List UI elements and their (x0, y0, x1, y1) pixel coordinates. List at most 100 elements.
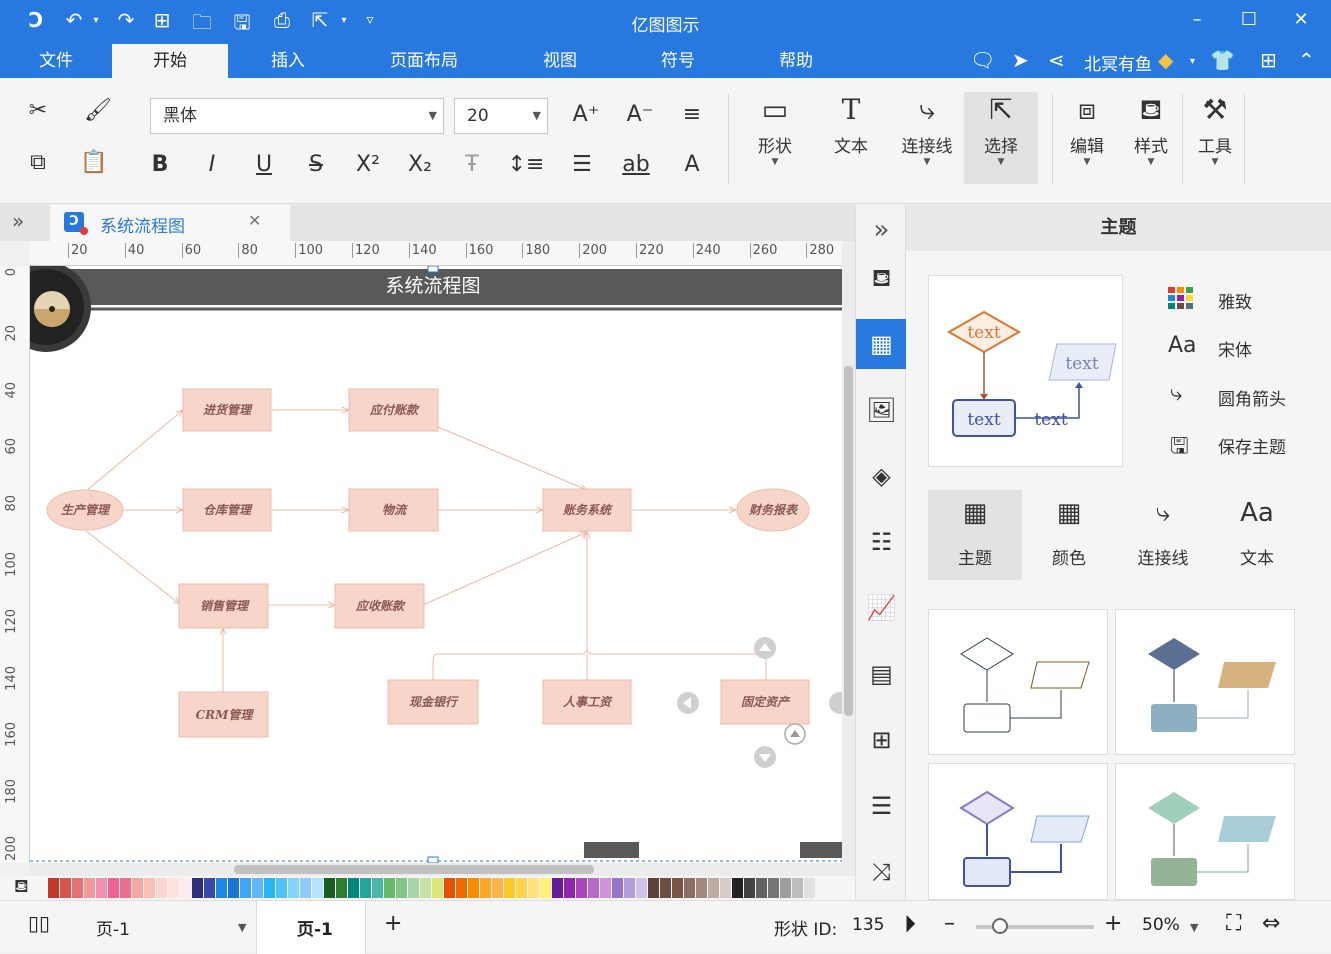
theme-thumbnail[interactable] (1115, 609, 1295, 755)
menu-insert[interactable]: 插入 (250, 44, 326, 78)
color-swatch[interactable] (240, 878, 251, 898)
menu-file[interactable]: 文件 (18, 44, 94, 78)
tab-connector[interactable]: ⤷ 连接线 (1116, 490, 1210, 580)
minimize-button[interactable]: – (1180, 6, 1214, 34)
copy-icon[interactable]: ⧉ (18, 148, 58, 178)
underline-icon[interactable]: U (244, 150, 284, 180)
color-swatch[interactable] (696, 878, 707, 898)
option-font-style[interactable]: 雅致 (1218, 288, 1252, 313)
connector-line[interactable] (422, 532, 587, 606)
open-folder-icon[interactable]: 🗀 (188, 8, 216, 42)
tab-color[interactable]: ▦ 颜色 (1022, 490, 1116, 580)
undo-dropdown-icon[interactable]: ▾ (82, 15, 110, 26)
zoom-value[interactable]: 50% (1142, 915, 1180, 935)
color-swatch[interactable] (600, 878, 611, 898)
close-window-button[interactable]: ✕ (1284, 6, 1318, 34)
fit-width-icon[interactable]: ⇔ (1262, 911, 1280, 936)
color-swatch[interactable] (564, 878, 575, 898)
color-swatch[interactable] (156, 878, 167, 898)
increase-font-icon[interactable]: A⁺ (566, 100, 606, 130)
close-tab-icon[interactable]: ✕ (248, 211, 261, 230)
diagram-title[interactable]: 系统流程图 (385, 275, 480, 297)
collapse-panel-icon[interactable]: » (856, 205, 907, 255)
theme-preview-card[interactable]: text text text text (928, 275, 1123, 467)
color-swatch[interactable] (108, 878, 119, 898)
page-list-icon[interactable]: ☷ (856, 517, 907, 567)
color-swatch[interactable] (780, 878, 791, 898)
drawing-canvas[interactable]: 系统流程图 生产管理 进货管理 应付账款 仓库管理 物流 账务系统 财务报表 销… (30, 266, 842, 863)
quick-add-right-icon[interactable] (829, 692, 842, 714)
page-tab[interactable]: 页-1 (256, 901, 366, 954)
color-swatch[interactable] (276, 878, 287, 898)
data-icon[interactable]: ⊞ (856, 715, 907, 765)
tools-button[interactable]: ⚒ 工具 ▼ (1180, 92, 1250, 167)
color-swatch[interactable] (768, 878, 779, 898)
zoom-slider-knob[interactable] (991, 918, 1008, 934)
text-highlight-icon[interactable]: ab (616, 150, 656, 180)
theme-thumbnail[interactable] (928, 763, 1108, 900)
color-swatch[interactable] (348, 878, 359, 898)
color-swatch[interactable] (576, 878, 587, 898)
color-swatch[interactable] (516, 878, 527, 898)
connector-line[interactable] (586, 647, 767, 680)
fullscreen-icon[interactable]: ⛶ (1226, 911, 1241, 936)
maximize-button[interactable]: ☐ (1232, 6, 1266, 34)
color-swatch[interactable] (228, 878, 239, 898)
color-swatch[interactable] (60, 878, 71, 898)
send-icon[interactable]: ➤ (1012, 48, 1029, 72)
color-swatch[interactable] (264, 878, 275, 898)
color-swatch[interactable] (336, 878, 347, 898)
connector-line[interactable] (432, 532, 587, 680)
superscript-icon[interactable]: X² (348, 150, 388, 180)
color-swatch[interactable] (312, 878, 323, 898)
color-swatch[interactable] (804, 878, 815, 898)
color-swatch[interactable] (132, 878, 143, 898)
print-icon[interactable]: ⎙ (268, 8, 296, 32)
connector-line[interactable] (85, 410, 183, 492)
color-swatch[interactable] (372, 878, 383, 898)
color-swatch[interactable] (96, 878, 107, 898)
strikethrough-icon[interactable]: S (296, 150, 336, 180)
color-swatch[interactable] (708, 878, 719, 898)
vertical-scrollbar[interactable] (842, 241, 855, 863)
color-swatch[interactable] (528, 878, 539, 898)
zoom-dropdown-icon[interactable]: ▼ (1190, 921, 1198, 934)
play-icon[interactable]: ⏵ (904, 910, 916, 938)
color-swatch[interactable] (192, 878, 203, 898)
color-swatch[interactable] (612, 878, 623, 898)
bold-icon[interactable]: B (140, 150, 180, 180)
theme-icon[interactable]: ▦ (856, 319, 907, 369)
color-swatch[interactable] (720, 878, 731, 898)
align-icon[interactable]: ≡ (672, 100, 712, 130)
page-panel-icon[interactable]: ▯▯ (28, 911, 50, 935)
text-button[interactable]: T 文本 (816, 92, 886, 157)
selection-handle[interactable] (427, 266, 439, 273)
image-icon[interactable]: 🖼 (856, 385, 907, 435)
color-swatch[interactable] (660, 878, 671, 898)
option-connector[interactable]: 圆角箭头 (1218, 385, 1286, 410)
color-swatch[interactable] (396, 878, 407, 898)
apps-grid-icon[interactable]: ⊞ (1260, 48, 1277, 72)
color-swatch[interactable] (480, 878, 491, 898)
color-swatch[interactable] (468, 878, 479, 898)
color-swatch[interactable] (540, 878, 551, 898)
zoom-in-icon[interactable]: + (1104, 911, 1122, 936)
color-swatch[interactable] (144, 878, 155, 898)
color-swatch[interactable] (744, 878, 755, 898)
connector-line[interactable] (437, 426, 587, 490)
color-swatch[interactable] (624, 878, 635, 898)
color-swatch[interactable] (384, 878, 395, 898)
theme-thumbnail[interactable] (1115, 763, 1295, 900)
document-tab[interactable]: Ɔ 系统流程图 ✕ (50, 205, 290, 241)
table-icon[interactable]: ▤ (856, 649, 907, 699)
horizontal-scroll-thumb[interactable] (234, 865, 594, 874)
color-swatch[interactable] (504, 878, 515, 898)
option-font[interactable]: 宋体 (1218, 336, 1252, 361)
color-swatch[interactable] (432, 878, 443, 898)
color-swatch[interactable] (552, 878, 563, 898)
font-family-select[interactable]: 黑体 ▼ (150, 98, 444, 134)
color-swatch[interactable] (216, 878, 227, 898)
color-swatch[interactable] (360, 878, 371, 898)
connector-button[interactable]: ⤷ 连接线 ▼ (892, 92, 962, 167)
color-swatch[interactable] (168, 878, 179, 898)
